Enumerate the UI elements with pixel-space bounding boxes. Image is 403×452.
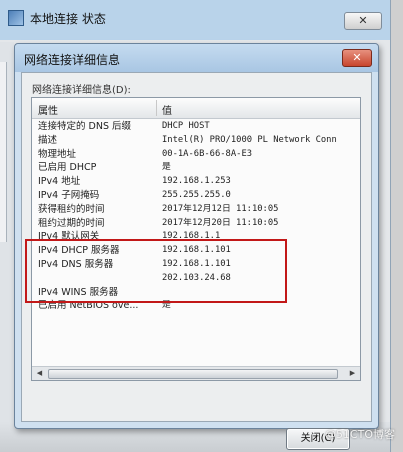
column-header-value[interactable]: 值 <box>162 102 172 117</box>
network-icon <box>8 10 24 26</box>
dialog-title-bar[interactable]: 网络连接详细信息 ✕ <box>15 44 378 72</box>
list-row[interactable]: 租约过期的时间 2017年12月20日 11:10:05 <box>32 217 360 231</box>
list-row[interactable]: 描述 Intel(R) PRO/1000 PL Network Conn <box>32 134 360 148</box>
row-value: 2017年12月20日 11:10:05 <box>162 217 279 228</box>
list-row[interactable]: IPv4 子网掩码 255.255.255.0 <box>32 189 360 203</box>
highlight-annotation <box>25 239 287 303</box>
list-row[interactable]: 获得租约的时间 2017年12月12日 11:10:05 <box>32 203 360 217</box>
scroll-left-icon[interactable]: ◀ <box>33 368 46 379</box>
row-value: Intel(R) PRO/1000 PL Network Conn <box>162 134 337 145</box>
row-value: 255.255.255.0 <box>162 189 231 200</box>
row-property: 描述 <box>38 134 58 146</box>
row-property: 获得租约的时间 <box>38 203 105 215</box>
row-property: 连接特定的 DNS 后缀 <box>38 121 131 132</box>
status-window-close-button[interactable]: ✕ <box>344 12 382 30</box>
details-section-label: 网络连接详细信息(D): <box>32 85 131 96</box>
list-header: 属性 值 <box>32 98 360 119</box>
column-header-property[interactable]: 属性 <box>38 102 58 117</box>
row-value: 2017年12月12日 11:10:05 <box>162 203 279 214</box>
scrollbar-thumb[interactable] <box>48 369 338 379</box>
list-row[interactable]: IPv4 地址 192.168.1.253 <box>32 175 360 189</box>
row-value: 00-1A-6B-66-8A-E3 <box>162 148 253 159</box>
list-row[interactable]: 连接特定的 DNS 后缀 DHCP HOST <box>32 120 360 134</box>
status-window-panel <box>0 62 7 242</box>
row-property: IPv4 子网掩码 <box>38 189 100 201</box>
row-value: 192.168.1.253 <box>162 176 231 187</box>
row-value: 是 <box>162 162 171 173</box>
row-value: DHCP HOST <box>162 121 210 131</box>
row-property: 已启用 DHCP <box>38 162 97 174</box>
row-property: 租约过期的时间 <box>38 217 105 229</box>
row-property: IPv4 地址 <box>38 176 81 188</box>
status-window-title: 本地连接 状态 <box>8 10 106 27</box>
watermark: @51CTO博客 <box>324 428 395 441</box>
row-property: 物理地址 <box>38 148 77 160</box>
network-details-dialog: 网络连接详细信息 ✕ 网络连接详细信息(D): 属性 值 连接特定的 DNS 后… <box>14 43 379 450</box>
scroll-right-icon[interactable]: ▶ <box>346 368 359 379</box>
list-row[interactable]: 已启用 DHCP 是 <box>32 161 360 175</box>
horizontal-scrollbar[interactable]: ◀ ▶ <box>32 366 360 380</box>
list-row[interactable]: 物理地址 00-1A-6B-66-8A-E3 <box>32 148 360 162</box>
dialog-title: 网络连接详细信息 <box>24 53 121 67</box>
column-divider[interactable] <box>156 100 157 116</box>
dialog-close-icon[interactable]: ✕ <box>342 49 372 67</box>
